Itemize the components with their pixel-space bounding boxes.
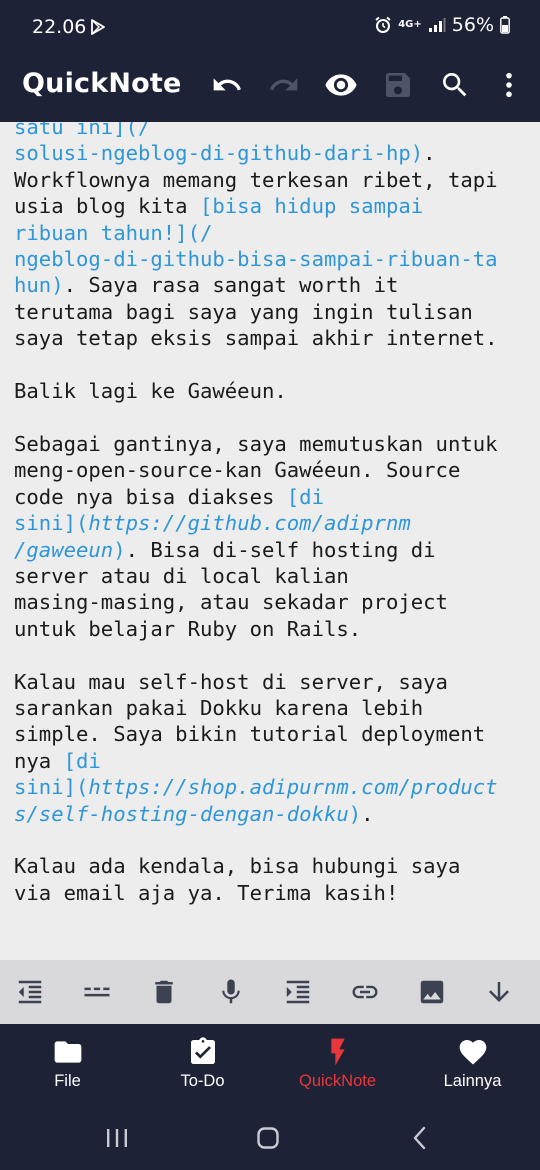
clipboard-check-icon xyxy=(190,1037,215,1064)
back-icon[interactable] xyxy=(400,1122,440,1154)
outdent-icon[interactable] xyxy=(14,976,46,1008)
lightning-icon xyxy=(330,1038,345,1066)
link-text[interactable]: ) xyxy=(113,538,125,562)
battery-percent: 56% xyxy=(451,14,494,36)
text: Sebagai gantinya, saya memutuskan untuk xyxy=(14,431,498,456)
horizontal-rule-icon[interactable] xyxy=(81,976,113,1008)
status-bar: 22.06 4G+ 56% xyxy=(0,0,540,56)
note-content[interactable]: satu ini](/ solusi-ngeblog-di-github-dar… xyxy=(14,122,534,906)
link-text[interactable]: sini]( xyxy=(14,511,88,535)
text: via email aja ya. Terima kasih! xyxy=(14,880,399,905)
nav-quicknote[interactable]: QuickNote xyxy=(270,1024,405,1108)
nav-file[interactable]: File xyxy=(0,1024,135,1108)
link-text[interactable]: sini]( xyxy=(14,775,88,799)
text: . xyxy=(361,801,374,826)
format-toolbar xyxy=(0,960,540,1024)
microphone-icon[interactable] xyxy=(215,976,247,1008)
text: code nya bisa diakses xyxy=(14,484,287,509)
indent-icon[interactable] xyxy=(282,976,314,1008)
text: . Saya rasa sangat worth it xyxy=(63,273,399,298)
link-text[interactable]: ) xyxy=(349,802,361,826)
text: Workflownya memang terkesan ribet, tapi xyxy=(14,167,498,192)
text: server atau di local kalian xyxy=(14,563,349,588)
redo-icon[interactable] xyxy=(266,67,302,103)
link-url[interactable]: s/self-hosting-dengan-dokku xyxy=(14,802,349,826)
signal-icon xyxy=(428,18,446,32)
text: simple. Saya bikin tutorial deployment xyxy=(14,722,486,747)
link-text[interactable]: satu ini](/ xyxy=(14,122,150,139)
nav-todo[interactable]: To-Do xyxy=(135,1024,270,1108)
nav-more[interactable]: Lainnya xyxy=(405,1024,540,1108)
link-url[interactable]: /gaweeun xyxy=(14,538,113,562)
link-text[interactable]: solusi-ngeblog-di-github-dari-hp) xyxy=(14,141,423,165)
system-navigation-bar xyxy=(0,1108,540,1170)
folder-icon xyxy=(54,1041,81,1063)
text: nya xyxy=(14,748,64,773)
app-title: QuickNote xyxy=(22,68,182,99)
undo-icon[interactable] xyxy=(209,67,245,103)
nav-todo-label: To-Do xyxy=(180,1072,225,1090)
save-icon[interactable] xyxy=(380,67,416,103)
delete-icon[interactable] xyxy=(148,976,180,1008)
text: Balik lagi ke Gawéeun. xyxy=(14,379,287,404)
preview-icon[interactable] xyxy=(323,67,359,103)
text: sarankan pakai Dokku karena lebih xyxy=(14,695,424,720)
battery-icon xyxy=(500,16,510,34)
text: . Bisa di-self hosting di xyxy=(125,537,436,562)
play-store-icon xyxy=(91,19,105,35)
text: Kalau mau self-host di server, saya xyxy=(14,669,448,694)
text: masing-masing, atau sekadar project xyxy=(14,590,448,615)
search-icon[interactable] xyxy=(437,67,473,103)
nav-file-label: File xyxy=(54,1072,81,1090)
link-text[interactable]: [di xyxy=(64,749,101,773)
more-icon[interactable] xyxy=(491,67,527,103)
link-icon[interactable] xyxy=(349,976,381,1008)
text: usia blog kita xyxy=(14,194,200,219)
app-bar: QuickNote xyxy=(0,56,540,122)
image-icon[interactable] xyxy=(416,976,448,1008)
link-url[interactable]: https://github.com/adiprnm xyxy=(88,511,410,535)
text: saya tetap eksis sampai akhir internet. xyxy=(14,326,498,351)
link-text[interactable]: ngeblog-di-github-bisa-sampai-ribuan-ta xyxy=(14,247,498,271)
link-text[interactable]: [bisa hidup sampai xyxy=(200,194,423,218)
status-time: 22.06 xyxy=(32,16,87,38)
text: Kalau ada kendala, bisa hubungi saya xyxy=(14,854,461,879)
link-text[interactable]: [di xyxy=(287,485,324,509)
link-text[interactable]: hun) xyxy=(14,273,64,297)
alarm-icon xyxy=(375,16,391,33)
text: terutama bagi saya yang ingin tulisan xyxy=(14,299,473,324)
heart-icon xyxy=(459,1040,486,1065)
link-url[interactable]: https://shop.adipurnm.com/product xyxy=(88,775,497,799)
bottom-navigation: File To-Do QuickNote Lainnya xyxy=(0,1024,540,1108)
nav-quicknote-label: QuickNote xyxy=(298,1072,377,1090)
text: . xyxy=(423,141,436,166)
text: meng-open-source-kan Gawéeun. Source xyxy=(14,458,461,483)
recent-apps-icon[interactable] xyxy=(97,1122,137,1154)
nav-more-label: Lainnya xyxy=(443,1072,502,1090)
link-text[interactable]: ribuan tahun!](/ xyxy=(14,221,212,245)
note-editor[interactable]: satu ini](/ solusi-ngeblog-di-github-dar… xyxy=(0,122,540,960)
text: untuk belajar Ruby on Rails. xyxy=(14,616,362,641)
home-icon[interactable] xyxy=(248,1122,288,1154)
network-label: 4G+ xyxy=(398,19,422,30)
arrow-down-icon[interactable] xyxy=(483,976,515,1008)
